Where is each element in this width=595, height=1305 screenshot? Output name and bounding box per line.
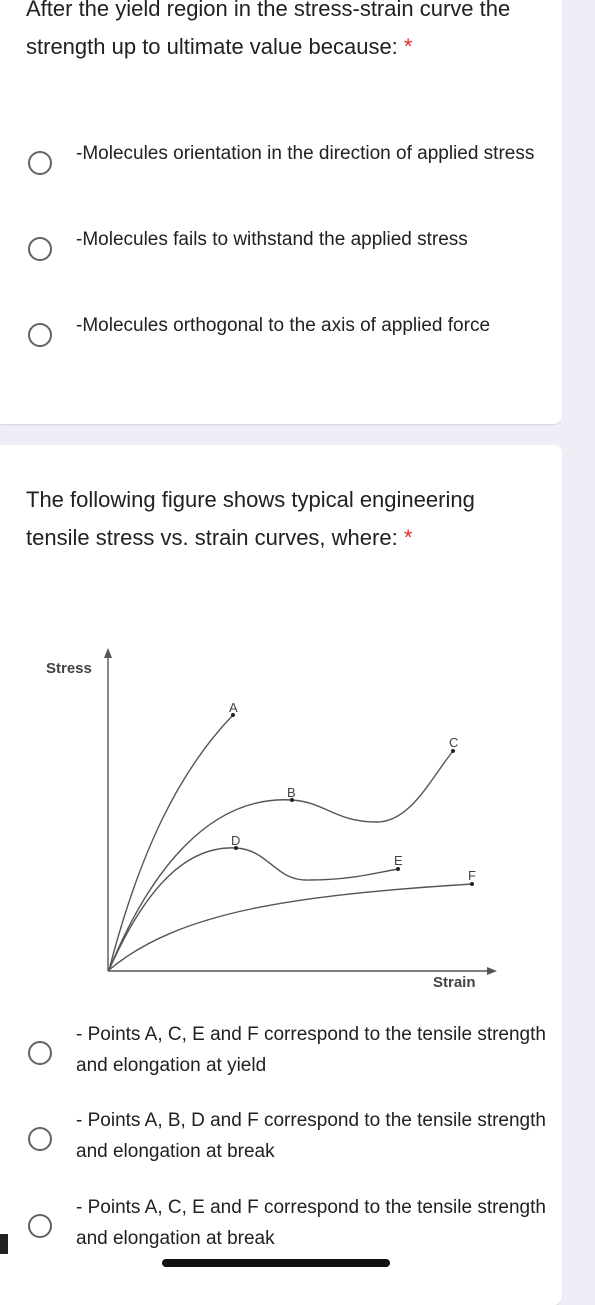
stress-strain-figure: Stress Strain A B C D E F — [46, 648, 497, 991]
point-d-label: D — [231, 833, 240, 848]
point-e-label: E — [394, 853, 403, 868]
point-c-label: C — [449, 735, 458, 750]
home-indicator[interactable] — [162, 1259, 390, 1267]
point-b-label: B — [287, 785, 296, 800]
y-axis-arrow — [104, 648, 112, 658]
screen-edge-marker — [0, 1234, 8, 1254]
y-axis-label: Stress — [46, 660, 92, 677]
curve-f — [108, 883, 473, 971]
point-a-label: A — [229, 700, 238, 715]
point-f-label: F — [468, 868, 476, 883]
x-axis-arrow — [487, 967, 497, 975]
x-axis-label: Strain — [433, 974, 476, 991]
